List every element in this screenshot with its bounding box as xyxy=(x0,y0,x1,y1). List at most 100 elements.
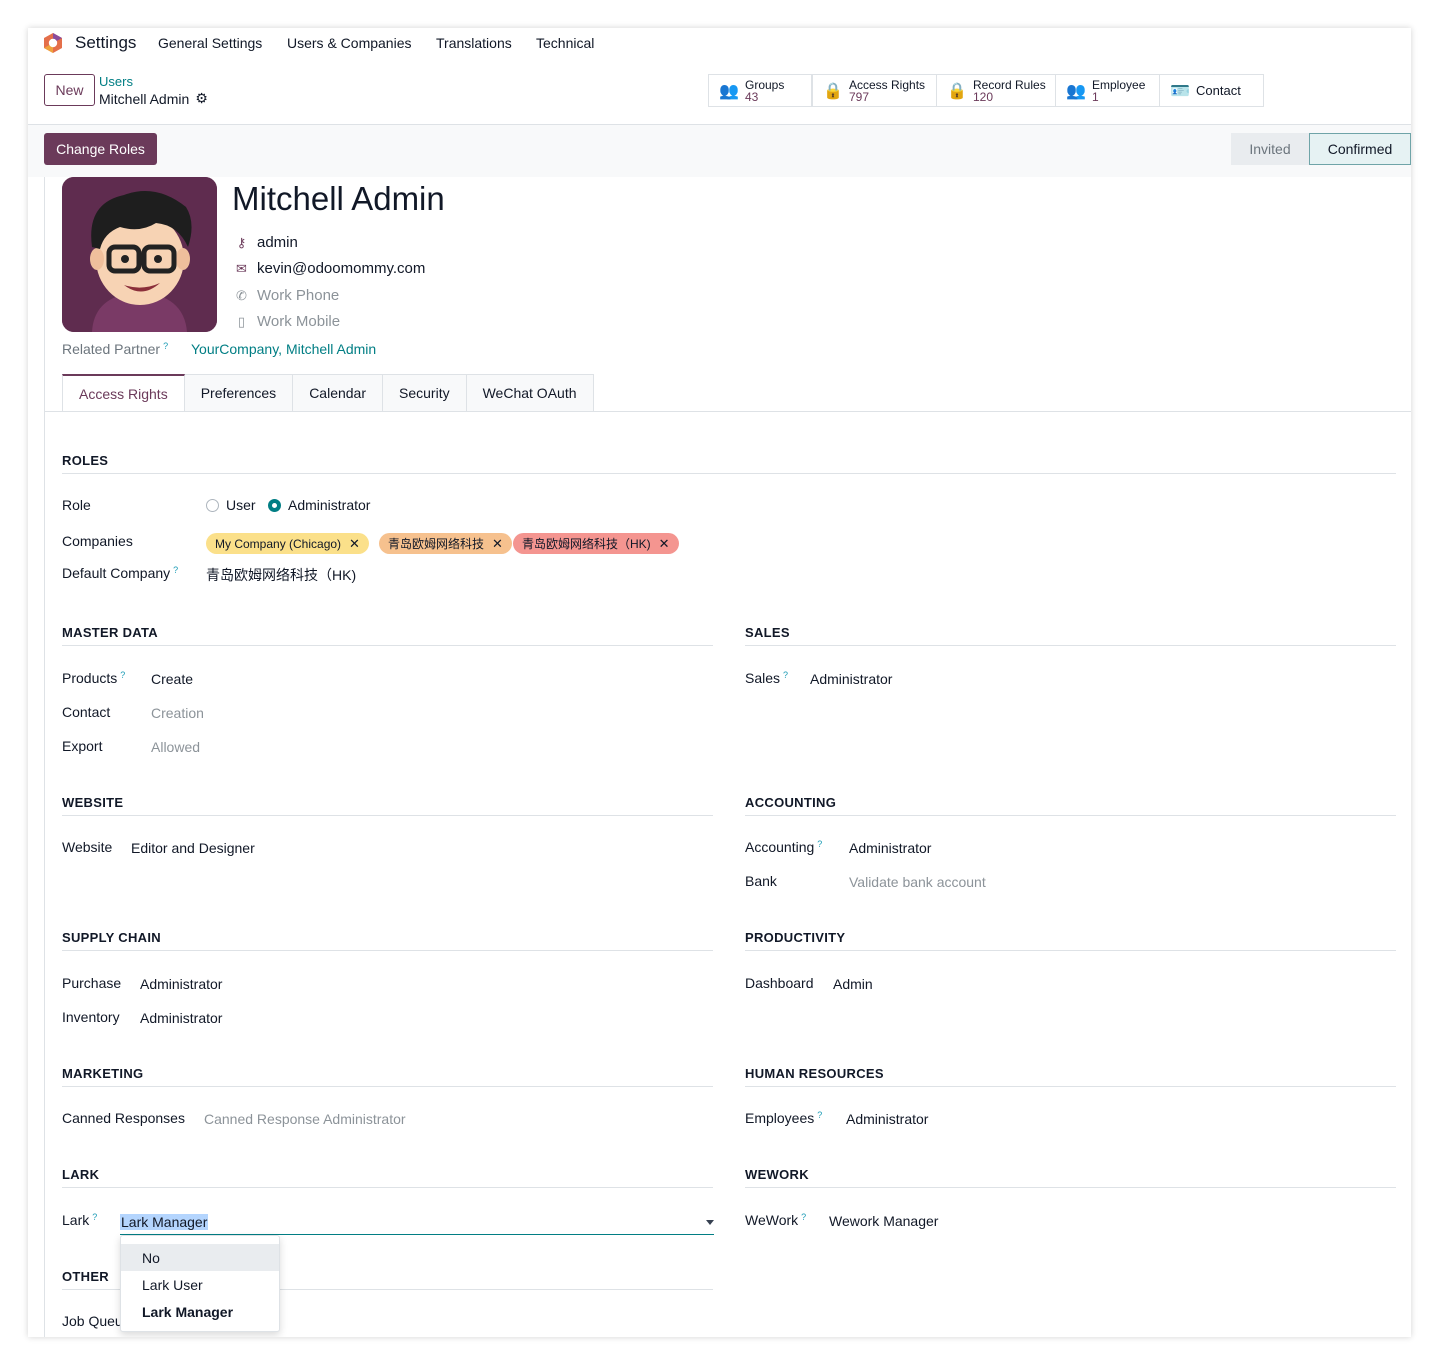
email-row: ✉ kevin@odoomommy.com xyxy=(234,260,425,277)
smart-button-contact[interactable]: 🪪 Contact xyxy=(1159,74,1264,107)
company-tag: My Company (Chicago) ✕ xyxy=(206,533,369,554)
gear-icon[interactable]: ⚙ xyxy=(195,90,208,107)
role-radio-administrator[interactable]: Administrator xyxy=(268,497,370,513)
role-radio-user[interactable]: User xyxy=(206,497,256,513)
company-tag-label: 青岛欧姆网络科技 xyxy=(388,537,485,551)
bank-field[interactable]: Validate bank account xyxy=(849,874,986,890)
close-icon[interactable]: ✕ xyxy=(659,536,670,552)
dashboard-field[interactable]: Admin xyxy=(833,976,873,992)
tab-security[interactable]: Security xyxy=(383,374,467,412)
form-sheet: Mitchell Admin ⚷ admin ✉ kevin@odoomommy… xyxy=(44,177,1411,1337)
help-icon[interactable]: ? xyxy=(163,341,168,351)
contact-field[interactable]: Creation xyxy=(151,705,204,721)
export-label: Export xyxy=(62,738,103,754)
role-user-label: User xyxy=(226,497,256,513)
company-tag-label: 青岛欧姆网络科技（HK) xyxy=(522,537,651,551)
smart-button-access-rights[interactable]: 🔒 Access Rights 797 xyxy=(812,74,937,107)
wework-label-text: WeWork xyxy=(745,1212,799,1228)
section-sales: SALES xyxy=(745,625,1396,646)
app-title[interactable]: Settings xyxy=(75,33,136,53)
lark-select-value: Lark Manager xyxy=(120,1214,209,1230)
breadcrumb-current-label: Mitchell Admin xyxy=(99,90,190,107)
new-button[interactable]: New xyxy=(44,74,95,106)
section-roles: ROLES xyxy=(62,453,1396,474)
smart-record-rules-value: 120 xyxy=(973,89,994,104)
lark-option-manager[interactable]: Lark Manager xyxy=(121,1298,279,1325)
user-avatar[interactable] xyxy=(62,177,217,332)
user-name-field[interactable]: Mitchell Admin xyxy=(232,180,445,218)
default-company-field[interactable]: 青岛欧姆网络科技（HK) xyxy=(206,565,356,585)
stage-invited[interactable]: Invited xyxy=(1231,133,1309,165)
smart-employee-value: 1 xyxy=(1092,89,1099,104)
section-lark: LARK xyxy=(62,1167,713,1188)
email-field[interactable]: kevin@odoomommy.com xyxy=(257,260,425,277)
radio-administrator[interactable] xyxy=(268,499,281,512)
help-icon[interactable]: ? xyxy=(783,670,788,680)
breadcrumb-users[interactable]: Users xyxy=(99,74,133,89)
work-phone-field[interactable]: Work Phone xyxy=(257,287,339,304)
products-field[interactable]: Create xyxy=(151,671,193,687)
tab-wechat-oauth[interactable]: WeChat OAuth xyxy=(466,374,594,412)
lark-select[interactable]: Lark Manager xyxy=(120,1211,714,1235)
bank-label: Bank xyxy=(745,873,777,889)
radio-user[interactable] xyxy=(206,499,219,512)
lark-option-user[interactable]: Lark User xyxy=(121,1271,279,1298)
odoo-logo-icon[interactable] xyxy=(42,32,64,54)
smart-button-employee[interactable]: 👥 Employee 1 xyxy=(1055,74,1160,107)
canned-responses-field[interactable]: Canned Response Administrator xyxy=(204,1111,406,1127)
employees-label-text: Employees xyxy=(745,1110,815,1126)
section-marketing: MARKETING xyxy=(62,1066,713,1087)
company-tag-label: My Company (Chicago) xyxy=(215,536,342,551)
wework-field[interactable]: Wework Manager xyxy=(829,1213,938,1229)
help-icon[interactable]: ? xyxy=(173,565,178,575)
nav-general-settings[interactable]: General Settings xyxy=(158,35,262,51)
stage-confirmed[interactable]: Confirmed xyxy=(1309,133,1411,165)
section-accounting: ACCOUNTING xyxy=(745,795,1396,816)
section-website: WEBSITE xyxy=(62,795,713,816)
nav-users-companies[interactable]: Users & Companies xyxy=(287,35,412,51)
control-panel: New Users Mitchell Admin ⚙ 👥 Groups 43 🔒 … xyxy=(28,60,1411,125)
smart-button-groups[interactable]: 👥 Groups 43 xyxy=(708,74,812,107)
help-icon[interactable]: ? xyxy=(817,839,822,849)
help-icon[interactable]: ? xyxy=(817,1110,822,1120)
login-field[interactable]: admin xyxy=(257,234,298,251)
tab-calendar[interactable]: Calendar xyxy=(293,374,384,412)
lock-icon: 🔒 xyxy=(947,82,967,100)
inventory-field[interactable]: Administrator xyxy=(140,1010,222,1026)
lark-option-no[interactable]: No xyxy=(121,1244,279,1271)
sales-field[interactable]: Administrator xyxy=(810,671,892,687)
employees-label: Employees? xyxy=(745,1110,822,1126)
work-phone-row: ✆ Work Phone xyxy=(234,287,339,304)
users-icon: 👥 xyxy=(1066,82,1086,100)
work-mobile-field[interactable]: Work Mobile xyxy=(257,313,340,330)
help-icon[interactable]: ? xyxy=(92,1212,97,1222)
tab-access-rights[interactable]: Access Rights xyxy=(62,374,185,412)
top-navbar: Settings General Settings Users & Compan… xyxy=(28,28,1411,60)
section-wework: WEWORK xyxy=(745,1167,1396,1188)
website-field[interactable]: Editor and Designer xyxy=(131,840,255,856)
caret-down-icon[interactable] xyxy=(706,1220,714,1225)
related-partner-label: Related Partner? xyxy=(62,341,168,357)
companies-label: Companies xyxy=(62,533,133,549)
smart-access-rights-value: 797 xyxy=(849,89,870,104)
tab-preferences[interactable]: Preferences xyxy=(184,374,294,412)
nav-translations[interactable]: Translations xyxy=(436,35,512,51)
login-row: ⚷ admin xyxy=(234,234,298,251)
breadcrumb-current: Mitchell Admin ⚙ xyxy=(99,90,208,107)
products-label: Products? xyxy=(62,670,125,686)
change-roles-button[interactable]: Change Roles xyxy=(44,133,157,165)
wework-label: WeWork? xyxy=(745,1212,806,1228)
purchase-field[interactable]: Administrator xyxy=(140,976,222,992)
dashboard-label: Dashboard xyxy=(745,975,814,991)
nav-technical[interactable]: Technical xyxy=(536,35,594,51)
related-partner-link[interactable]: YourCompany, Mitchell Admin xyxy=(191,341,376,357)
help-icon[interactable]: ? xyxy=(801,1212,806,1222)
accounting-field[interactable]: Administrator xyxy=(849,840,931,856)
close-icon[interactable]: ✕ xyxy=(492,536,503,552)
help-icon[interactable]: ? xyxy=(120,670,125,680)
employees-field[interactable]: Administrator xyxy=(846,1111,928,1127)
smart-button-record-rules[interactable]: 🔒 Record Rules 120 xyxy=(936,74,1056,107)
close-icon[interactable]: ✕ xyxy=(349,536,360,552)
lock-icon: 🔒 xyxy=(823,82,843,100)
export-field[interactable]: Allowed xyxy=(151,739,200,755)
